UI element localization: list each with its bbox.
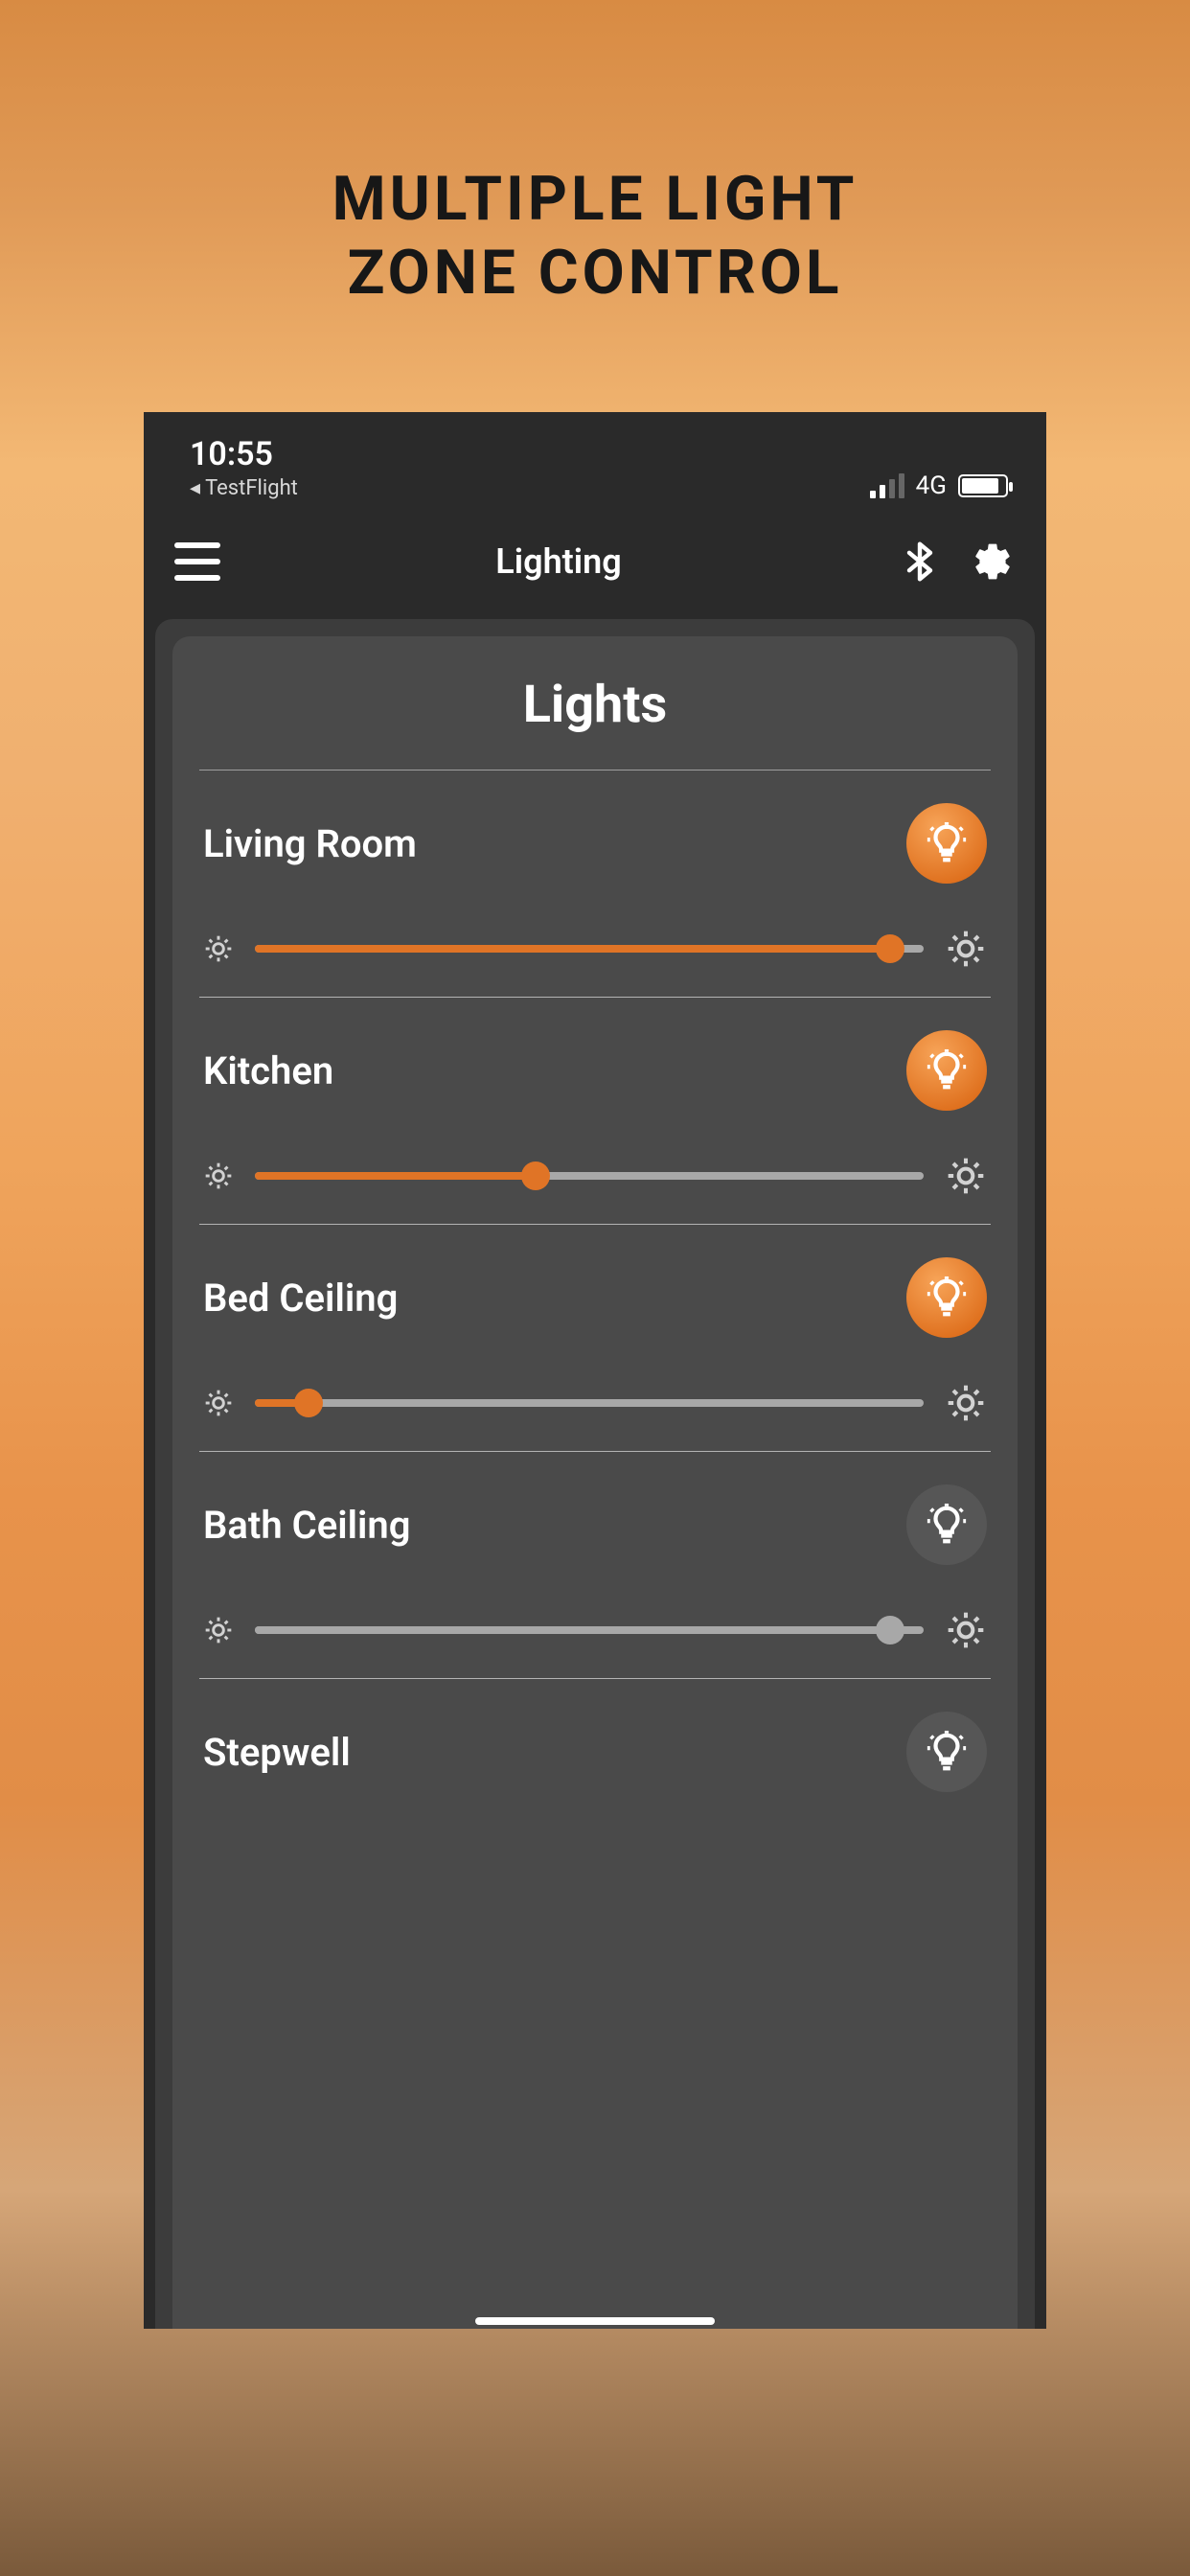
home-indicator[interactable] [475, 2317, 715, 2325]
zone-row: Bath Ceiling [199, 1452, 991, 1679]
brightness-min-icon [203, 1388, 234, 1418]
zone-name: Bath Ceiling [203, 1503, 411, 1548]
zone-toggle-button[interactable] [906, 1030, 987, 1111]
brightness-slider-row [199, 928, 991, 970]
zone-toggle-button[interactable] [906, 1484, 987, 1565]
status-time: 10:55 [190, 438, 298, 471]
slider-thumb[interactable] [294, 1389, 323, 1417]
zone-header: Living Room [199, 803, 991, 884]
zone-row: Stepwell [199, 1679, 991, 1792]
zone-name: Living Room [203, 821, 417, 866]
menu-button[interactable] [174, 542, 220, 581]
brightness-slider[interactable] [255, 1399, 924, 1407]
brightness-max-icon [945, 1155, 987, 1197]
zone-toggle-button[interactable] [906, 803, 987, 884]
brightness-slider[interactable] [255, 1172, 924, 1180]
zone-name: Kitchen [203, 1048, 333, 1093]
bulb-icon [925, 1730, 969, 1774]
zone-header: Kitchen [199, 1030, 991, 1111]
bulb-icon [925, 1503, 969, 1547]
slider-thumb[interactable] [876, 934, 904, 963]
promo-line-1: MULTIPLE LIGHT [0, 163, 1190, 237]
brightness-min-icon [203, 1615, 234, 1645]
bluetooth-icon [899, 540, 941, 583]
zone-name: Stepwell [203, 1730, 351, 1775]
screen-title: Lighting [495, 541, 621, 582]
brightness-max-icon [945, 1382, 987, 1424]
zone-list: Living Room Kitchen Bed Ceiling Bath Ceilin… [199, 770, 991, 1792]
zone-row: Bed Ceiling [199, 1225, 991, 1452]
promo-line-2: ZONE CONTROL [0, 237, 1190, 310]
brightness-slider[interactable] [255, 1626, 924, 1634]
gear-icon [972, 540, 1014, 583]
zone-header: Stepwell [199, 1712, 991, 1792]
bulb-icon [925, 1048, 969, 1092]
bulb-icon [925, 821, 969, 865]
lights-panel: Lights Living Room Kitchen Bed Ceiling Bath… [172, 636, 1018, 2329]
content-frame: Lights Living Room Kitchen Bed Ceiling Bath… [155, 619, 1035, 2329]
cellular-signal-icon [870, 473, 904, 498]
promo-headline: MULTIPLE LIGHT ZONE CONTROL [0, 0, 1190, 310]
brightness-slider-row [199, 1382, 991, 1424]
zone-header: Bed Ceiling [199, 1257, 991, 1338]
brightness-slider-row [199, 1609, 991, 1651]
slider-thumb[interactable] [521, 1162, 550, 1190]
app-screen: 10:55 ◂ TestFlight 4G Lighting Lights Li… [144, 412, 1046, 2329]
brightness-min-icon [203, 1161, 234, 1191]
brightness-slider[interactable] [255, 945, 924, 953]
network-label: 4G [916, 472, 947, 500]
brightness-max-icon [945, 1609, 987, 1651]
bluetooth-button[interactable] [897, 539, 943, 585]
battery-icon [958, 474, 1008, 497]
slider-thumb[interactable] [876, 1616, 904, 1644]
brightness-max-icon [945, 928, 987, 970]
zone-header: Bath Ceiling [199, 1484, 991, 1565]
bulb-icon [925, 1276, 969, 1320]
app-header: Lighting [144, 504, 1046, 619]
status-bar: 10:55 ◂ TestFlight 4G [144, 412, 1046, 504]
panel-title: Lights [199, 675, 991, 735]
zone-toggle-button[interactable] [906, 1257, 987, 1338]
zone-row: Kitchen [199, 998, 991, 1225]
zone-toggle-button[interactable] [906, 1712, 987, 1792]
brightness-slider-row [199, 1155, 991, 1197]
brightness-min-icon [203, 933, 234, 964]
status-back-to-app[interactable]: ◂ TestFlight [190, 476, 298, 500]
status-right: 4G [870, 472, 1008, 500]
zone-name: Bed Ceiling [203, 1276, 398, 1321]
zone-row: Living Room [199, 770, 991, 998]
settings-button[interactable] [970, 539, 1016, 585]
